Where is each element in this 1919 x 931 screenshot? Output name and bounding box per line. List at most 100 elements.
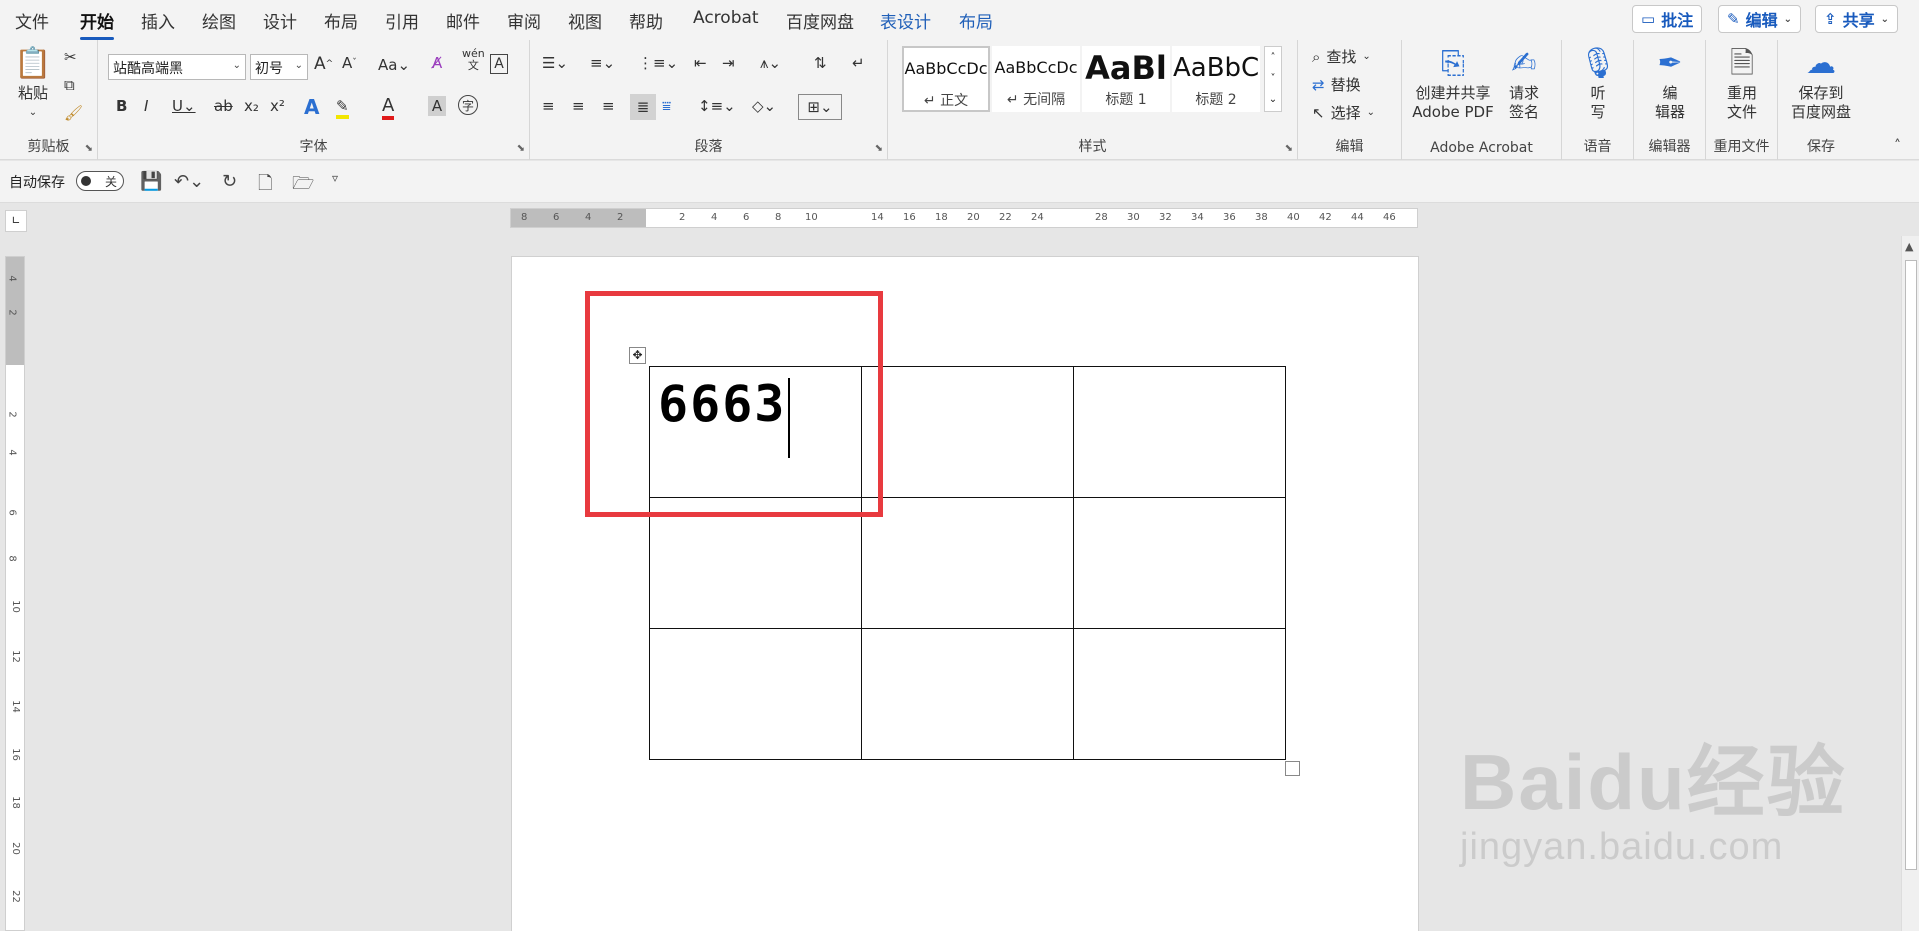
table-cell[interactable] — [1073, 497, 1286, 629]
clear-format-icon[interactable]: A̸ — [432, 54, 442, 72]
format-painter-icon[interactable]: 🖌 — [64, 104, 83, 122]
save-icon[interactable]: 💾 — [140, 171, 162, 192]
tab-file[interactable]: 文件 — [15, 8, 49, 33]
show-marks-icon[interactable]: ↵ — [852, 54, 865, 72]
chinese-layout-icon[interactable]: ⩚⌄ — [760, 54, 781, 72]
tab-draw[interactable]: 绘图 — [202, 8, 236, 33]
horizontal-ruler[interactable]: 8 6 4 2 2 4 6 8 10 14 16 18 20 22 24 28 … — [510, 208, 1418, 228]
italic-icon[interactable]: I — [144, 97, 148, 115]
cut-icon[interactable]: ✂ — [64, 48, 77, 66]
numbering-icon[interactable]: ≡⌄ — [590, 54, 615, 72]
replace-icon: ⇄ — [1312, 75, 1325, 94]
table-cell[interactable] — [649, 628, 862, 760]
tab-design[interactable]: 设计 — [263, 8, 297, 33]
line-spacing-icon[interactable]: ↕≡⌄ — [698, 97, 736, 115]
highlight-icon[interactable]: ✎ — [336, 97, 349, 119]
distributed-icon[interactable]: ⩸ — [662, 97, 671, 115]
table-cell[interactable] — [1073, 628, 1286, 760]
style-heading-1[interactable]: AaBl 标题 1 — [1082, 46, 1170, 112]
find-button[interactable]: ⌕ 查找 ⌄ — [1312, 46, 1371, 67]
borders-icon[interactable]: ⊞⌄ — [798, 94, 842, 120]
tab-home[interactable]: 开始 — [80, 8, 114, 40]
table-cell[interactable] — [1073, 366, 1286, 498]
autosave-toggle[interactable]: 关 — [76, 171, 124, 191]
customize-toolbar-icon[interactable]: ▿ — [332, 171, 338, 185]
share-button[interactable]: ⇪ 共享 ⌄ — [1815, 5, 1898, 33]
create-pdf-button[interactable]: ⎘ 创建并共享 Adobe PDF — [1412, 44, 1494, 122]
font-size-combo[interactable]: 初号 ⌄ — [250, 54, 308, 80]
bold-icon[interactable]: B — [116, 97, 127, 115]
tab-layout[interactable]: 布局 — [324, 8, 358, 33]
table-resize-handle[interactable] — [1285, 761, 1300, 776]
sort-icon[interactable]: ⇅ — [814, 54, 827, 72]
strikethrough-icon[interactable]: ab — [214, 97, 233, 115]
dialog-launcher-icon[interactable]: ⬊ — [517, 143, 525, 154]
collapse-ribbon-icon[interactable]: ˄ — [1894, 138, 1901, 154]
table-cell[interactable] — [861, 366, 1074, 498]
select-button[interactable]: ↖ 选择 ⌄ — [1312, 102, 1375, 123]
save-to-netdisk-button[interactable]: ☁ 保存到 百度网盘 — [1786, 44, 1856, 122]
chevron-down-icon: ⌄ — [1362, 51, 1371, 62]
vertical-scrollbar[interactable]: ▲ — [1901, 236, 1919, 931]
character-border-icon[interactable]: A — [490, 54, 508, 74]
tab-insert[interactable]: 插入 — [141, 8, 175, 33]
underline-icon[interactable]: U⌄ — [172, 97, 196, 115]
tab-review[interactable]: 审阅 — [507, 8, 541, 33]
style-heading-2[interactable]: AaBbC 标题 2 — [1172, 46, 1260, 112]
align-right-icon[interactable]: ≡ — [602, 97, 615, 115]
table-cell[interactable] — [861, 497, 1074, 629]
paste-button[interactable]: 📋 粘贴 ⌄ — [8, 44, 58, 122]
grow-font-icon[interactable]: A ^ — [314, 54, 333, 74]
request-signature-button[interactable]: ✍ 请求 签名 — [1504, 44, 1544, 122]
character-shading-icon[interactable]: A — [428, 96, 446, 116]
undo-icon[interactable]: ↶⌄ — [174, 171, 204, 192]
align-center-icon[interactable]: ≡ — [572, 97, 585, 115]
dialog-launcher-icon[interactable]: ⬊ — [1285, 143, 1293, 154]
table-cell[interactable] — [649, 497, 862, 629]
decrease-indent-icon[interactable]: ⇤ — [694, 54, 707, 72]
justify-icon[interactable]: ≣ — [630, 94, 656, 120]
new-document-icon[interactable]: 🗋 — [258, 171, 272, 201]
scroll-up-icon[interactable]: ▲ — [1905, 240, 1913, 253]
style-normal[interactable]: AaBbCcDc ↵ 正文 — [902, 46, 990, 112]
edit-mode-button[interactable]: ✎ 编辑 ⌄ — [1718, 5, 1801, 33]
dialog-launcher-icon[interactable]: ⬊ — [85, 143, 93, 154]
editor-button[interactable]: ✒ 编 辑器 — [1646, 44, 1694, 122]
copy-icon[interactable]: ⧉ — [64, 76, 75, 94]
change-case-icon[interactable]: Aa⌄ — [378, 56, 410, 74]
enclose-characters-icon[interactable]: 字 — [458, 95, 478, 115]
tab-references[interactable]: 引用 — [385, 8, 419, 33]
dialog-launcher-icon[interactable]: ⬊ — [875, 143, 883, 154]
open-folder-icon[interactable]: 🗁 — [292, 171, 314, 201]
tab-table-design[interactable]: 表设计 — [880, 8, 931, 33]
tab-mailings[interactable]: 邮件 — [446, 8, 480, 33]
styles-gallery-scroll[interactable]: ˄ ˅ ⌄ — [1264, 46, 1282, 112]
comment-button[interactable]: ▭ 批注 — [1632, 5, 1703, 33]
scrollbar-thumb[interactable] — [1905, 260, 1917, 870]
tab-acrobat[interactable]: Acrobat — [693, 8, 759, 28]
tab-selector[interactable]: ∟ — [5, 210, 27, 232]
phonetic-guide-icon[interactable]: wén 文 — [462, 48, 485, 72]
bullets-icon[interactable]: ☰⌄ — [542, 54, 568, 72]
increase-indent-icon[interactable]: ⇥ — [722, 54, 735, 72]
tab-help[interactable]: 帮助 — [629, 8, 663, 33]
replace-button[interactable]: ⇄ 替换 — [1312, 74, 1361, 95]
reuse-files-button[interactable]: 🗎 重用 文件 — [1718, 44, 1766, 122]
dictate-button[interactable]: 🎙 听 写 — [1578, 44, 1618, 122]
tab-table-layout[interactable]: 布局 — [959, 8, 993, 33]
shrink-font-icon[interactable]: Aˇ — [342, 54, 357, 72]
tab-baidu-netdisk[interactable]: 百度网盘 — [786, 8, 854, 33]
subscript-icon[interactable]: x₂ — [244, 97, 259, 115]
table-cell[interactable] — [861, 628, 1074, 760]
tab-view[interactable]: 视图 — [568, 8, 602, 33]
font-name-combo[interactable]: 站酷高端黑 ⌄ — [108, 54, 246, 80]
text-effects-icon[interactable]: A — [304, 95, 319, 119]
style-no-spacing[interactable]: AaBbCcDc ↵ 无间隔 — [992, 46, 1080, 112]
font-color-icon[interactable]: A — [382, 95, 395, 120]
redo-icon[interactable]: ↻ — [222, 171, 237, 192]
shading-icon[interactable]: ◇⌄ — [752, 97, 776, 115]
vertical-ruler[interactable]: 4 2 2 4 6 8 10 12 14 16 18 20 22 — [5, 256, 25, 931]
align-left-icon[interactable]: ≡ — [542, 97, 555, 115]
multilevel-list-icon[interactable]: ⋮≡⌄ — [638, 54, 678, 72]
superscript-icon[interactable]: x² — [270, 97, 285, 115]
